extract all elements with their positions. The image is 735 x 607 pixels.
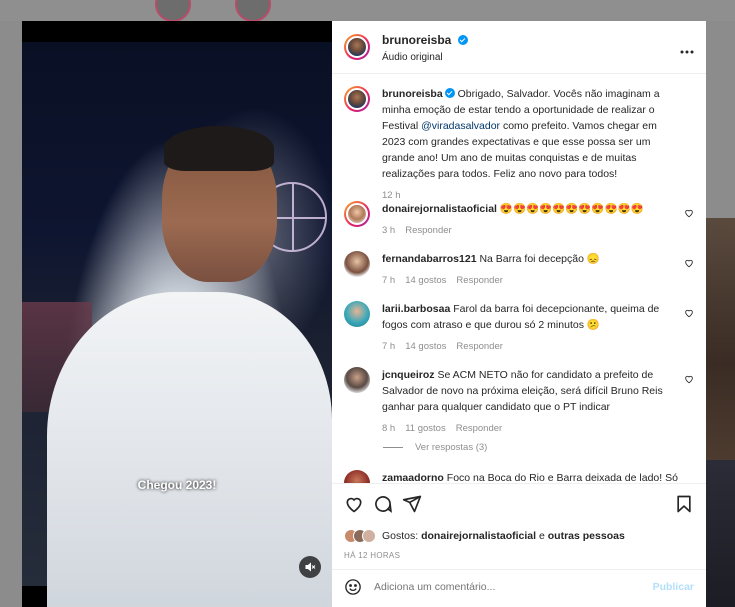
background-post-image [706, 218, 735, 460]
more-horizontal-icon [680, 50, 694, 54]
comment-item: zamaadorno Foco na Boca do Rio e Barra d… [344, 470, 694, 483]
mute-button[interactable] [299, 556, 321, 578]
comment-text: Na Barra foi decepção 😞 [479, 253, 600, 265]
comment-username[interactable]: fernandabarros121 [382, 253, 477, 265]
video-player[interactable]: Chegou 2023! [22, 21, 332, 607]
comment-username[interactable]: jcnqueiroz [382, 369, 435, 381]
commenter-avatar[interactable] [344, 301, 370, 327]
comment-item: fernandabarros121 Na Barra foi decepção … [344, 251, 694, 289]
add-comment-bar: Publicar [332, 569, 706, 603]
replies-divider [383, 447, 403, 448]
comment-input[interactable] [374, 580, 653, 593]
comments-list[interactable]: brunoreisba Obrigado, Salvador. Vocês nã… [332, 74, 706, 483]
commenter-avatar[interactable] [344, 201, 370, 227]
view-replies-label: Ver respostas (3) [415, 442, 488, 453]
commenter-avatar[interactable] [344, 367, 370, 393]
caption-mention[interactable]: @viradasalvador [421, 120, 500, 132]
likes-by-user[interactable]: donairejornalistaoficial [421, 530, 536, 542]
bookmark-icon[interactable] [674, 494, 694, 514]
audio-link[interactable]: Áudio original [382, 52, 468, 63]
author-username[interactable]: brunoreisba [382, 33, 451, 47]
video-caption: Chegou 2023! [137, 478, 217, 492]
comment-time: 3 h [382, 225, 396, 236]
post-header: brunoreisba Áudio original [332, 21, 706, 74]
caption-username[interactable]: brunoreisba [382, 88, 443, 100]
like-comment-heart-icon[interactable] [684, 308, 694, 318]
post-time-ago: HÁ 12 HORAS [344, 551, 401, 560]
comment-time: 7 h [382, 341, 396, 352]
background-post-image [706, 460, 735, 607]
comment-time: 7 h [382, 275, 396, 286]
more-options-button[interactable] [680, 41, 694, 57]
share-icon[interactable] [402, 494, 422, 514]
comment-icon[interactable] [373, 494, 393, 514]
post-actions: Gostos: donairejornalistaoficial e outra… [332, 483, 706, 603]
author-avatar[interactable] [344, 86, 370, 112]
comment-likes[interactable]: 14 gostos [405, 341, 446, 352]
like-comment-heart-icon[interactable] [684, 258, 694, 268]
author-avatar[interactable] [344, 34, 370, 60]
caption-time: 12 h [382, 190, 401, 201]
comment-username[interactable]: zamaadorno [382, 472, 444, 483]
verified-badge-icon [444, 88, 455, 98]
video-person-hair [164, 126, 274, 171]
liker-avatar [362, 529, 376, 543]
comment-likes[interactable]: 14 gostos [405, 275, 446, 286]
comment-username[interactable]: larii.barbosaa [382, 303, 450, 315]
likes-label: Gostos: [382, 530, 419, 542]
post-modal: Chegou 2023! brunoreisba Áudio original [22, 21, 706, 607]
speaker-muted-icon [305, 562, 316, 572]
comment-text: Foco na Boca do Rio e Barra deixada de l… [446, 472, 678, 483]
comment-likes[interactable]: 11 gostos [405, 423, 446, 434]
comment-username[interactable]: donairejornalistaoficial [382, 203, 497, 215]
verified-badge-icon [457, 35, 468, 45]
heart-icon[interactable] [344, 494, 364, 514]
comment-text: 😍😍😍😍😍😍😍😍😍😍😍 [499, 203, 644, 215]
comment-item: larii.barbosaa Farol da barra foi decepc… [344, 301, 694, 355]
commenter-avatar[interactable] [344, 251, 370, 277]
reply-button[interactable]: Responder [456, 423, 502, 434]
like-comment-heart-icon[interactable] [684, 374, 694, 384]
comment-item: jcnqueiroz Se ACM NETO não for candidato… [344, 367, 694, 437]
likes-summary[interactable]: Gostos: donairejornalistaoficial e outra… [344, 529, 625, 543]
like-comment-heart-icon[interactable] [684, 208, 694, 218]
video-frame[interactable]: Chegou 2023! [22, 42, 332, 607]
reply-button[interactable]: Responder [456, 341, 502, 352]
reply-button[interactable]: Responder [405, 225, 451, 236]
video-person [47, 292, 332, 607]
commenter-avatar[interactable] [344, 470, 370, 483]
publish-button[interactable]: Publicar [653, 581, 694, 593]
post-caption: brunoreisba Obrigado, Salvador. Vocês nã… [344, 86, 694, 204]
background-top [0, 0, 735, 21]
view-replies-button[interactable]: Ver respostas (3) [383, 442, 487, 453]
post-panel: brunoreisba Áudio original brunoreisba O… [332, 21, 706, 607]
comment-item: donairejornalistaoficial 😍😍😍😍😍😍😍😍😍😍😍 3 h… [344, 201, 694, 239]
likes-connector: e [538, 530, 545, 542]
likes-others[interactable]: outras pessoas [548, 530, 625, 542]
emoji-icon[interactable] [344, 578, 362, 596]
comment-time: 8 h [382, 423, 396, 434]
reply-button[interactable]: Responder [456, 275, 502, 286]
